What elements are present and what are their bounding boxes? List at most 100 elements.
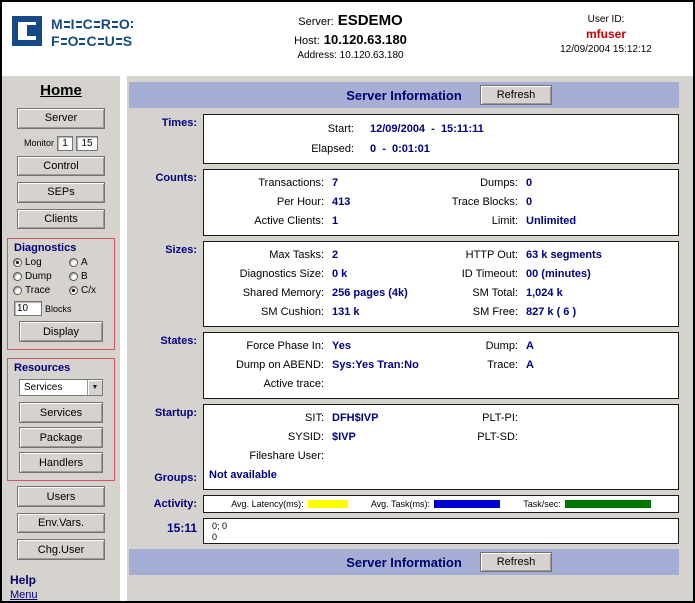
blocks-input[interactable] [14, 301, 42, 316]
bottom-title-bar: Server Information Refresh [129, 549, 679, 575]
radio-trace[interactable]: Trace [13, 285, 69, 296]
monitor-input-1[interactable] [57, 136, 73, 151]
logo-word-micro: MICRO [50, 17, 133, 32]
times-row: Times: Start:12/09/2004 - 15:11:11 Elaps… [129, 114, 679, 164]
kv-value [524, 428, 678, 447]
kv-key: Start: [204, 119, 354, 139]
kv-key: SYSID: [204, 428, 330, 447]
kv-value [330, 447, 440, 466]
monitor-input-2[interactable] [76, 136, 98, 151]
sizes-label: Sizes: [129, 241, 203, 327]
radio-b[interactable]: B [69, 271, 109, 282]
kv-key [440, 375, 524, 394]
states-box: Force Phase In:YesDump:A Dump on ABEND:S… [203, 332, 679, 399]
kv-key: HTTP Out: [440, 246, 524, 265]
kv-key: Fileshare User: [204, 447, 330, 466]
radio-trace-circle[interactable] [13, 286, 22, 295]
radio-dump[interactable]: Dump [13, 271, 69, 282]
kv-value: DFH$IVP [330, 409, 440, 428]
radio-a-circle[interactable] [69, 258, 78, 267]
kv-key: SM Free: [440, 303, 524, 322]
ticker-box: 0; 0 0 [203, 518, 679, 544]
kv-key: ID Timeout: [440, 265, 524, 284]
monitor-row: Monitor [24, 136, 98, 151]
handlers-button[interactable]: Handlers [19, 452, 103, 473]
resources-group: Resources Services ▼ Services Package Ha… [7, 358, 115, 481]
radio-log-circle[interactable] [13, 258, 22, 267]
menu-link[interactable]: Menu [10, 589, 38, 601]
kv-value: 1 [330, 212, 440, 231]
resources-select[interactable]: Services ▼ [19, 379, 103, 396]
package-button[interactable]: Package [19, 427, 103, 448]
kv-value: 0 [524, 174, 678, 193]
activity-label: Activity: [129, 495, 203, 513]
kv-key: Force Phase In: [204, 337, 330, 356]
radio-a[interactable]: A [69, 257, 109, 268]
ticker-time-label: 15:11 [129, 518, 203, 544]
kv-key: Limit: [440, 212, 524, 231]
kv-value [524, 409, 678, 428]
kv-key: Dumps: [440, 174, 524, 193]
envvars-button[interactable]: Env.Vars. [17, 513, 105, 534]
page-title-bottom: Server Information [346, 555, 462, 570]
chevron-down-icon[interactable]: ▼ [87, 380, 102, 395]
kv-key: PLT-SD: [440, 428, 524, 447]
host-label: Host: [294, 35, 320, 47]
micro-focus-logo: MICRO FOCUS [12, 10, 170, 76]
radio-b-circle[interactable] [69, 272, 78, 281]
server-name: ESDEMO [338, 12, 403, 29]
counts-box: Transactions:7Dumps:0 Per Hour:413Trace … [203, 169, 679, 236]
kv-value: 0 k [330, 265, 440, 284]
radio-trace-label: Trace [25, 285, 50, 296]
kv-key: Diagnostics Size: [204, 265, 330, 284]
kv-key: Per Hour: [204, 193, 330, 212]
kv-key: Shared Memory: [204, 284, 330, 303]
radio-cx-circle[interactable] [69, 286, 78, 295]
services-button[interactable]: Services [19, 402, 103, 423]
refresh-button-top[interactable]: Refresh [480, 85, 552, 105]
refresh-button-bottom[interactable]: Refresh [480, 552, 552, 572]
users-button[interactable]: Users [17, 486, 105, 507]
control-button[interactable]: Control [17, 156, 105, 177]
radio-dump-circle[interactable] [13, 272, 22, 281]
chguser-button[interactable]: Chg.User [17, 539, 105, 560]
clients-button[interactable]: Clients [17, 209, 105, 230]
kv-value: 00 (minutes) [524, 265, 678, 284]
groups-note: Not available [204, 466, 678, 485]
blocks-row: Blocks [8, 301, 72, 316]
server-button[interactable]: Server [17, 108, 105, 129]
radio-dump-label: Dump [25, 271, 52, 282]
legend-task-ms: Avg. Task(ms): [371, 499, 500, 509]
counts-label: Counts: [129, 169, 203, 236]
radio-b-label: B [81, 271, 88, 282]
resources-title: Resources [8, 362, 70, 374]
kv-key: Elapsed: [204, 139, 354, 159]
activity-box: Avg. Latency(ms): Avg. Task(ms): Task/se… [203, 495, 679, 513]
seps-button[interactable]: SEPs [17, 182, 105, 203]
ticker-row: 15:11 0; 0 0 [129, 518, 679, 544]
diagnostics-title: Diagnostics [8, 242, 76, 254]
kv-value: 63 k segments [524, 246, 678, 265]
display-button[interactable]: Display [19, 321, 103, 342]
kv-value: Sys:Yes Tran:No [330, 356, 440, 375]
content-area: Home Server Monitor Control SEPs Clients… [2, 76, 693, 601]
kv-value [524, 447, 678, 466]
kv-key: Trace Blocks: [440, 193, 524, 212]
radio-log[interactable]: Log [13, 257, 69, 268]
kv-value [524, 375, 678, 394]
kv-value [330, 375, 440, 394]
server-label: Server: [298, 16, 333, 28]
kv-key: Dump on ABEND: [204, 356, 330, 375]
legend-task-sec-label: Task/sec: [523, 499, 561, 509]
kv-value: 827 k ( 6 ) [524, 303, 678, 322]
radio-cx[interactable]: C/x [69, 285, 109, 296]
task-sec-color-swatch [565, 500, 651, 508]
logo-word-focus: FOCUS [50, 34, 133, 49]
home-link[interactable]: Home [40, 82, 82, 99]
help-heading: Help [10, 573, 36, 587]
task-ms-color-swatch [434, 500, 500, 508]
states-label: States: [129, 332, 203, 399]
kv-key: Dump: [440, 337, 524, 356]
activity-row: Activity: Avg. Latency(ms): Avg. Task(ms… [129, 495, 679, 513]
address-label: Address: [297, 50, 336, 61]
